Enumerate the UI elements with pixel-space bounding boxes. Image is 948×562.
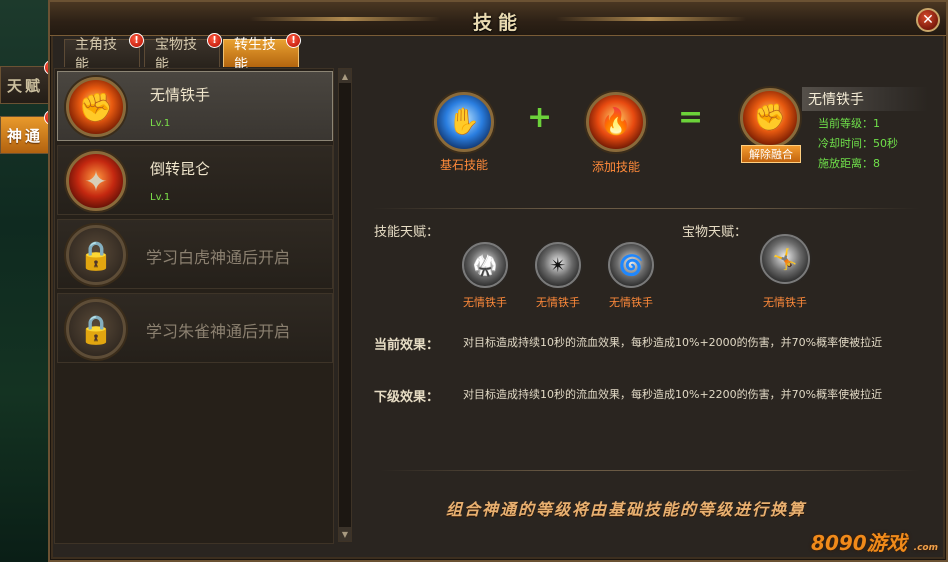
site-logo: 8090游戏 .com [811, 527, 938, 556]
alert-badge: ! [286, 33, 301, 48]
close-button[interactable]: ✕ [916, 8, 940, 32]
side-tab-label: 神通 [6, 126, 43, 145]
swirl-icon: 🌀 [618, 253, 644, 277]
skill-name: 倒转昆仑 [150, 160, 211, 178]
treasure-talent-label: 宝物天赋： [682, 225, 748, 240]
add-skill-label: 添加技能 [591, 160, 640, 174]
skill-name: 无情铁手 [150, 86, 211, 104]
base-skill-slot[interactable]: ✋ [434, 92, 494, 152]
unfuse-button[interactable]: 解除融合 [741, 145, 801, 163]
scroll-down-icon[interactable]: ▼ [339, 527, 351, 541]
skill-row-locked-baihu[interactable]: 🔒 学习白虎神通后开启 [57, 219, 333, 289]
skill-row-locked-zhuque[interactable]: 🔒 学习朱雀神通后开启 [57, 293, 333, 363]
base-skill-label: 基石技能 [439, 158, 488, 172]
treasure-talent-slot[interactable]: 🤸 [760, 234, 810, 284]
skill-list: ✊ 无情铁手 Lv.1 ✦ 倒转昆仑 Lv.1 🔒 学习白虎神通后开启 🔒 学习… [54, 68, 334, 544]
equals-icon: = [678, 100, 704, 135]
talent-name: 无情铁手 [609, 296, 653, 309]
lock-icon: 🔒 [66, 299, 126, 359]
skill-row-daozhuan[interactable]: ✦ 倒转昆仑 Lv.1 [57, 145, 333, 215]
spinning-figure-icon: ✴ [549, 253, 567, 277]
current-effect-text: 对目标造成持续10秒的流血效果，每秒造成10%+2000的伤害，并70%概率使被… [463, 336, 883, 349]
alert-badge: ! [207, 33, 222, 48]
list-scrollbar[interactable]: ▲ ▼ [338, 68, 352, 542]
talent-name: 无情铁手 [763, 296, 807, 309]
result-info: 无情铁手 当前等级：1 冷却时间：50秒 施放距离：8 [802, 87, 928, 171]
skill-level: Lv.1 [150, 118, 171, 129]
footer-note: 组合神通的等级将由基础技能的等级进行换算 [445, 500, 806, 519]
range-line: 施放距离：8 [818, 157, 880, 170]
title-bar: 技能 [50, 2, 946, 36]
result-skill-name: 无情铁手 [802, 87, 928, 111]
alert-badge: ! [129, 33, 144, 48]
next-effect-label: 下级效果： [374, 390, 440, 405]
result-skill-slot: ✊ [740, 88, 800, 148]
martial-figure-icon: 🥋 [472, 253, 498, 277]
logo-text: 8090游戏 [811, 531, 907, 555]
talent-name: 无情铁手 [463, 296, 507, 309]
talent-name: 无情铁手 [536, 296, 580, 309]
scroll-up-icon[interactable]: ▲ [339, 69, 351, 83]
lock-icon: 🔒 [66, 225, 126, 285]
side-tab-talent[interactable]: 天赋 [0, 66, 50, 104]
talent-slot-3[interactable]: 🌀 [608, 242, 654, 288]
locked-skill-text: 学习朱雀神通后开启 [146, 322, 291, 341]
divider [372, 208, 920, 209]
divider [380, 470, 920, 471]
plus-icon: + [527, 100, 553, 135]
close-icon: ✕ [922, 12, 934, 28]
window-title: 技能 [472, 12, 523, 34]
skill-level: Lv.1 [150, 192, 171, 203]
locked-skill-text: 学习白虎神通后开启 [146, 248, 291, 267]
cooldown-line: 冷却时间：50秒 [818, 137, 898, 150]
skill-row-wuqing[interactable]: ✊ 无情铁手 Lv.1 [57, 71, 333, 141]
red-burst-icon: ✦ [66, 151, 126, 211]
next-effect-text: 对目标造成持续10秒的流血效果，每秒造成10%+2200的伤害，并70%概率使被… [463, 388, 883, 401]
side-tab-label: 天赋 [6, 76, 43, 95]
talent-slot-1[interactable]: 🥋 [462, 242, 508, 288]
side-tab-divine[interactable]: 神通 [0, 116, 50, 154]
flaming-fist-icon: ✊ [753, 103, 787, 133]
talent-slot-2[interactable]: ✴ [535, 242, 581, 288]
flame-blade-icon: 🔥 [599, 107, 633, 137]
skill-talent-label: 技能天赋： [374, 225, 440, 240]
dancer-figure-icon: 🤸 [772, 247, 798, 271]
add-skill-slot[interactable]: 🔥 [586, 92, 646, 152]
flaming-fist-icon: ✊ [66, 77, 126, 137]
ice-fist-icon: ✋ [447, 107, 481, 137]
current-level-line: 当前等级：1 [818, 117, 880, 130]
logo-subtext: .com [913, 543, 938, 553]
current-effect-label: 当前效果： [374, 338, 440, 353]
